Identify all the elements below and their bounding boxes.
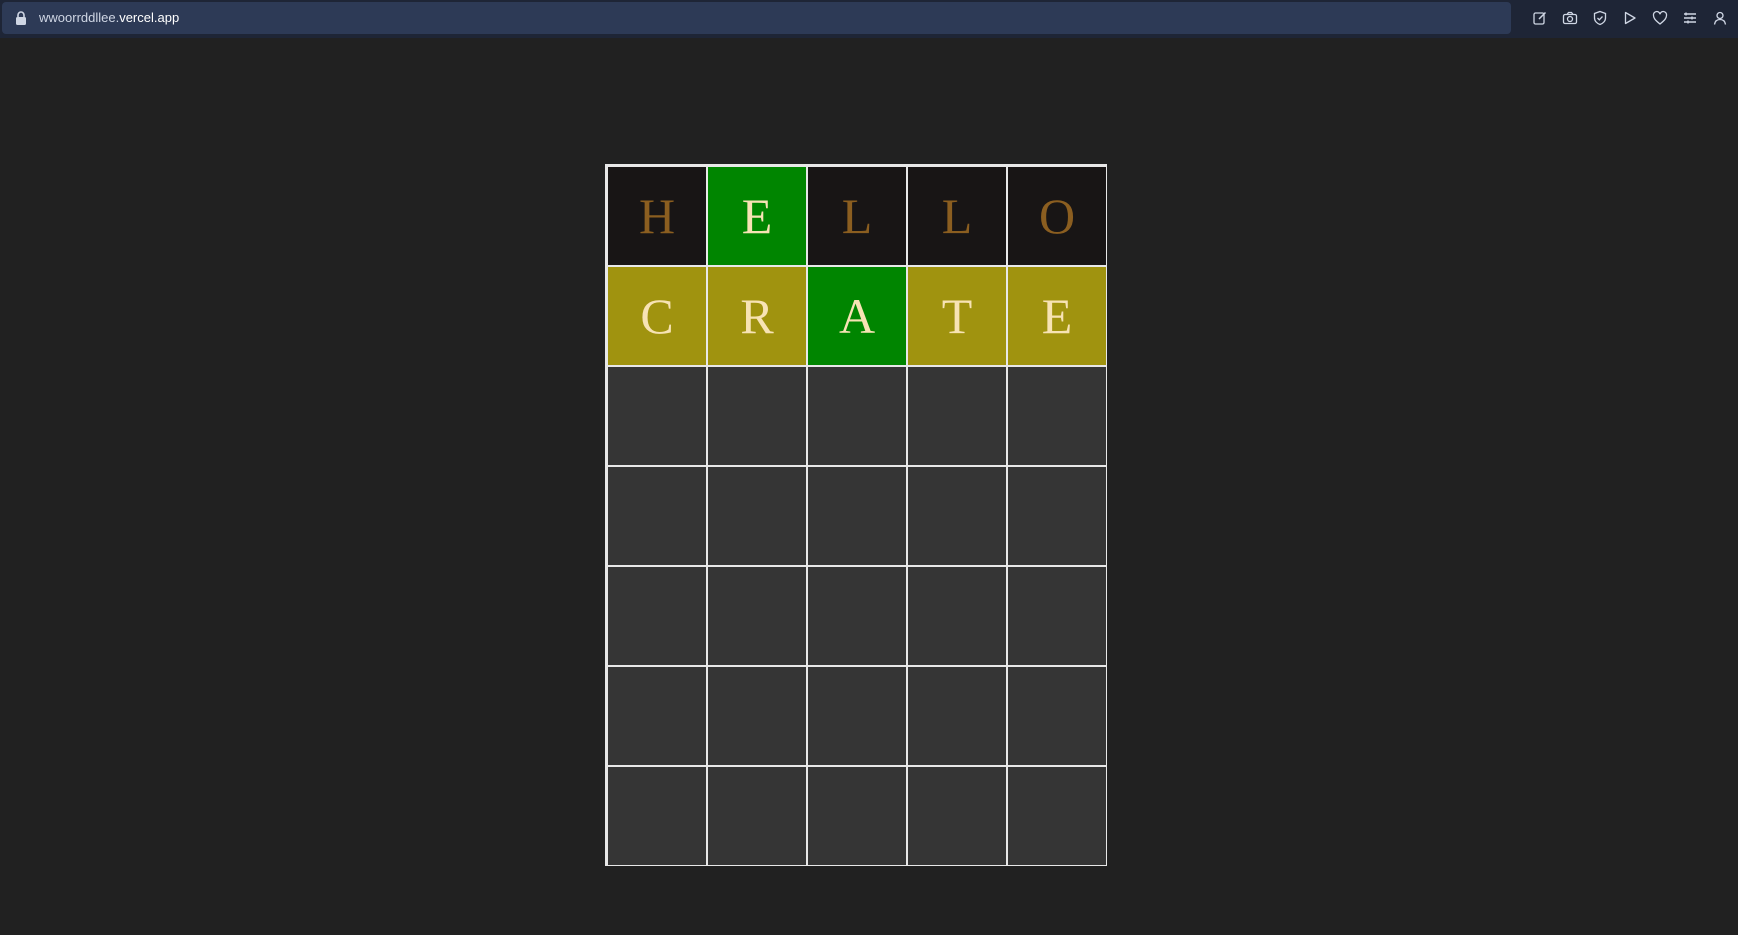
letter-tile <box>907 466 1007 566</box>
letter-tile <box>1007 566 1107 666</box>
url-subdomain: wwoorrddllee. <box>39 10 120 25</box>
letter-tile <box>607 766 707 866</box>
letter-tile: T <box>907 266 1007 366</box>
play-icon[interactable] <box>1618 6 1642 30</box>
letter-tile <box>607 366 707 466</box>
letter-tile <box>607 466 707 566</box>
url-domain: vercel.app <box>119 10 180 25</box>
letter-tile <box>707 366 807 466</box>
letter-tile <box>707 666 807 766</box>
letter-tile: L <box>807 166 907 266</box>
heart-icon[interactable] <box>1648 6 1672 30</box>
lock-icon <box>16 11 26 25</box>
letter-tile: E <box>707 166 807 266</box>
browser-toolbar: wwoorrddllee.vercel.app <box>0 0 1738 38</box>
letter-tile: L <box>907 166 1007 266</box>
letter-tile <box>807 366 907 466</box>
letter-tile: C <box>607 266 707 366</box>
game-board: HELLOCRATE <box>605 164 1107 866</box>
letter-tile: R <box>707 266 807 366</box>
letter-tile <box>1007 666 1107 766</box>
letter-tile <box>607 666 707 766</box>
camera-icon[interactable] <box>1558 6 1582 30</box>
letter-tile <box>1007 766 1107 866</box>
letter-tile <box>907 566 1007 666</box>
letter-tile <box>707 466 807 566</box>
letter-tile <box>707 766 807 866</box>
letter-tile <box>807 766 907 866</box>
url-text[interactable]: wwoorrddllee.vercel.app <box>39 10 179 26</box>
shield-icon[interactable] <box>1588 6 1612 30</box>
letter-tile: O <box>1007 166 1107 266</box>
letter-tile: A <box>807 266 907 366</box>
letter-tile <box>1007 466 1107 566</box>
letter-tile <box>907 666 1007 766</box>
menu-icon[interactable] <box>1678 6 1702 30</box>
letter-tile <box>1007 366 1107 466</box>
letter-tile <box>807 566 907 666</box>
letter-tile: E <box>1007 266 1107 366</box>
letter-tile <box>907 366 1007 466</box>
letter-tile: H <box>607 166 707 266</box>
letter-tile <box>807 666 907 766</box>
edit-icon[interactable] <box>1528 6 1552 30</box>
profile-icon[interactable] <box>1708 6 1732 30</box>
letter-tile <box>607 566 707 666</box>
toolbar-icon-group <box>1528 6 1732 30</box>
letter-tile <box>807 466 907 566</box>
address-bar[interactable]: wwoorrddllee.vercel.app <box>2 2 1511 34</box>
letter-tile <box>907 766 1007 866</box>
letter-tile <box>707 566 807 666</box>
